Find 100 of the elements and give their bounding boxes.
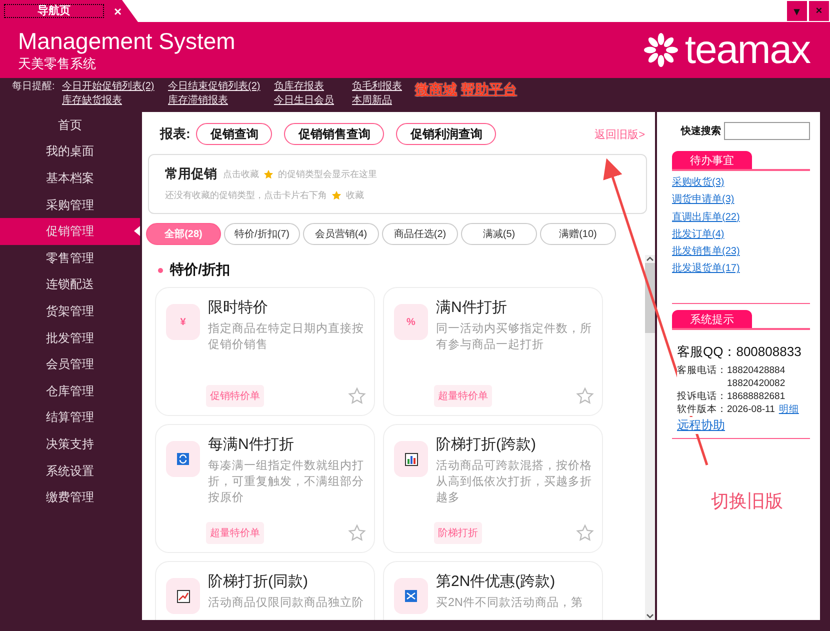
card-description: 指定商品在特定日期内直接按促销价销售 — [208, 321, 365, 353]
sidebar-item[interactable]: 连锁配送 — [0, 272, 140, 298]
card-title: 限时特价 — [208, 298, 269, 318]
sidebar-item[interactable]: 首页 — [0, 112, 140, 139]
sidebar-item[interactable]: 促销管理 — [0, 218, 140, 245]
filter-tab[interactable]: 满减(5) — [461, 223, 537, 245]
sidebar-item[interactable]: 会员管理 — [0, 351, 140, 378]
phone-label: 客服电话： — [677, 364, 727, 378]
software-version: 软件版本：2026-08-11 — [677, 403, 775, 416]
sidebar-item[interactable]: 我的桌面 — [0, 138, 140, 166]
reminder-link[interactable]: 库存滞销报表 — [168, 94, 274, 108]
sidebar-item[interactable]: 决策支持 — [0, 431, 140, 458]
close-button[interactable]: × — [809, 1, 829, 21]
remote-help-link[interactable]: 远程协助 — [677, 417, 725, 434]
star-icon[interactable] — [576, 524, 594, 542]
filter-tab[interactable]: 满赠(10) — [540, 223, 616, 245]
dropdown-button[interactable]: ▾ — [787, 1, 807, 21]
sidebar-item[interactable]: 结算管理 — [0, 404, 140, 432]
promotion-card[interactable]: % 满N件打折 同一活动内买够指定件数，所有参与商品一起打折 超量特价单 — [383, 287, 603, 416]
promotion-card[interactable]: ¥ 限时特价 指定商品在特定日期内直接按促销价销售 促销特价单 — [155, 287, 375, 416]
filter-tab[interactable]: 会员营销(4) — [303, 223, 379, 245]
service-qq: 客服QQ：800808833 — [677, 343, 802, 361]
app-title: Management System — [18, 28, 236, 54]
sidebar-item[interactable]: 批发管理 — [0, 324, 140, 352]
empty-hint: 还没有收藏的促销类型，点击卡片右下角 — [165, 189, 327, 202]
card-tag: 促销特价单 — [206, 385, 264, 407]
reminder-link[interactable]: 今日生日会员 — [274, 94, 352, 108]
phone-number: 18820428884 — [727, 364, 786, 377]
report-button[interactable]: 促销利润查询 — [396, 123, 496, 145]
complaint-phone: 投诉电话：18688882681 — [677, 390, 786, 403]
navigation-tab[interactable]: 导航页 × — [0, 0, 138, 22]
reminder-link[interactable]: 今日结束促销列表(2) — [168, 80, 274, 94]
shuffle-icon — [405, 590, 417, 602]
star-icon — [263, 168, 274, 180]
empty-hint: 收藏 — [346, 189, 364, 202]
tab-close-button[interactable]: × — [114, 4, 122, 18]
promotion-card[interactable]: 每满N件打折 每凑满一组指定件数就组内打折，可重复触发，不满组部分按原价 超量特价单 — [155, 424, 375, 553]
reminder-link[interactable]: 库存缺货报表 — [62, 94, 168, 108]
annotation-text: 切换旧版 — [711, 490, 783, 513]
line-chart-icon — [176, 590, 190, 602]
star-icon[interactable] — [348, 387, 366, 405]
phone-number: 18820420082 — [727, 377, 786, 390]
promotion-card[interactable]: 阶梯打折(同款) 活动商品仅限同款商品独立阶 — [155, 561, 375, 620]
favorites-title: 常用促销 — [165, 165, 217, 183]
sidebar-item[interactable]: 基本档案 — [0, 165, 140, 192]
currency-icon: ¥ — [180, 316, 186, 328]
sidebar-item[interactable]: 采购管理 — [0, 192, 140, 218]
reminder-link[interactable]: 本周新品 — [352, 94, 415, 108]
card-tag: 阶梯打折 — [434, 522, 482, 544]
bullet-icon — [158, 268, 163, 272]
app-subtitle: 天美零售系统 — [18, 56, 97, 72]
promotion-card[interactable]: 第2N件优惠(跨款) 买2N件不同款活动商品，第 — [383, 561, 603, 620]
panel-tab[interactable]: 系统提示 — [672, 310, 752, 328]
card-title: 第2N件优惠(跨款) — [436, 572, 556, 592]
star-icon[interactable] — [576, 387, 594, 405]
todo-link[interactable]: 批发退货单(17) — [672, 260, 810, 278]
todo-link[interactable]: 批发订单(4) — [672, 226, 810, 244]
filter-tab[interactable]: 商品任选(2) — [382, 223, 458, 245]
card-title: 满N件打折 — [436, 298, 508, 318]
filter-tab[interactable]: 特价/折扣(7) — [224, 223, 300, 245]
flower-logo-icon — [642, 32, 679, 68]
scroll-up-icon[interactable] — [646, 255, 654, 263]
logo-text: teamax — [684, 30, 810, 70]
reminder-link[interactable]: 负毛利报表 — [352, 80, 415, 94]
reminder-link[interactable]: 负库存报表 — [274, 80, 352, 94]
report-button[interactable]: 促销销售查询 — [284, 123, 384, 145]
section-title: 特价/折扣 — [170, 261, 230, 279]
search-field[interactable] — [724, 122, 810, 140]
sidebar-item[interactable]: 货架管理 — [0, 298, 140, 325]
panel-tab[interactable]: 待办事宜 — [672, 151, 752, 169]
card-description: 买2N件不同款活动商品，第 — [436, 595, 583, 611]
sidebar-item[interactable]: 仓库管理 — [0, 378, 140, 405]
detail-link[interactable]: 明细 — [778, 403, 799, 416]
reminder-link[interactable]: 今日开始促销列表(2) — [62, 80, 168, 94]
sidebar-item[interactable]: 零售管理 — [0, 244, 140, 272]
search-label: 快速搜索 — [681, 124, 721, 138]
card-description: 活动商品仅限同款商品独立阶 — [208, 595, 364, 611]
highlight-link[interactable]: 微商城 — [415, 80, 457, 98]
tab-title: 导航页 — [4, 4, 104, 18]
todo-link[interactable]: 直调出库单(22) — [672, 208, 810, 226]
report-button[interactable]: 促销查询 — [196, 123, 272, 145]
todo-link[interactable]: 批发销售单(23) — [672, 243, 810, 260]
promotion-card[interactable]: 阶梯打折(跨款) 活动商品可跨款混搭，按价格从高到低依次打折，买越多折越多 阶梯打折 — [383, 424, 603, 553]
card-title: 阶梯打折(跨款) — [436, 435, 537, 455]
scroll-down-icon[interactable] — [646, 612, 654, 620]
card-title: 每满N件打折 — [208, 435, 295, 455]
todo-link[interactable]: 调货申请单(3) — [672, 191, 810, 209]
currency-icon: % — [406, 316, 416, 328]
todo-link[interactable]: 采购收货(3) — [672, 174, 810, 192]
card-description: 活动商品可跨款混搭，按价格从高到低依次打折，买越多折越多 — [436, 458, 593, 506]
refresh-icon — [177, 453, 189, 465]
bar-chart-icon — [404, 452, 418, 466]
star-icon[interactable] — [348, 524, 366, 542]
star-icon — [331, 190, 342, 201]
sidebar-item[interactable]: 缴费管理 — [0, 484, 140, 511]
highlight-link[interactable]: 帮助平台 — [461, 80, 517, 98]
card-description: 同一活动内买够指定件数，所有参与商品一起打折 — [436, 321, 593, 353]
sidebar-item[interactable]: 系统设置 — [0, 458, 140, 484]
card-title: 阶梯打折(同款) — [208, 572, 309, 592]
card-tag: 超量特价单 — [206, 522, 264, 544]
